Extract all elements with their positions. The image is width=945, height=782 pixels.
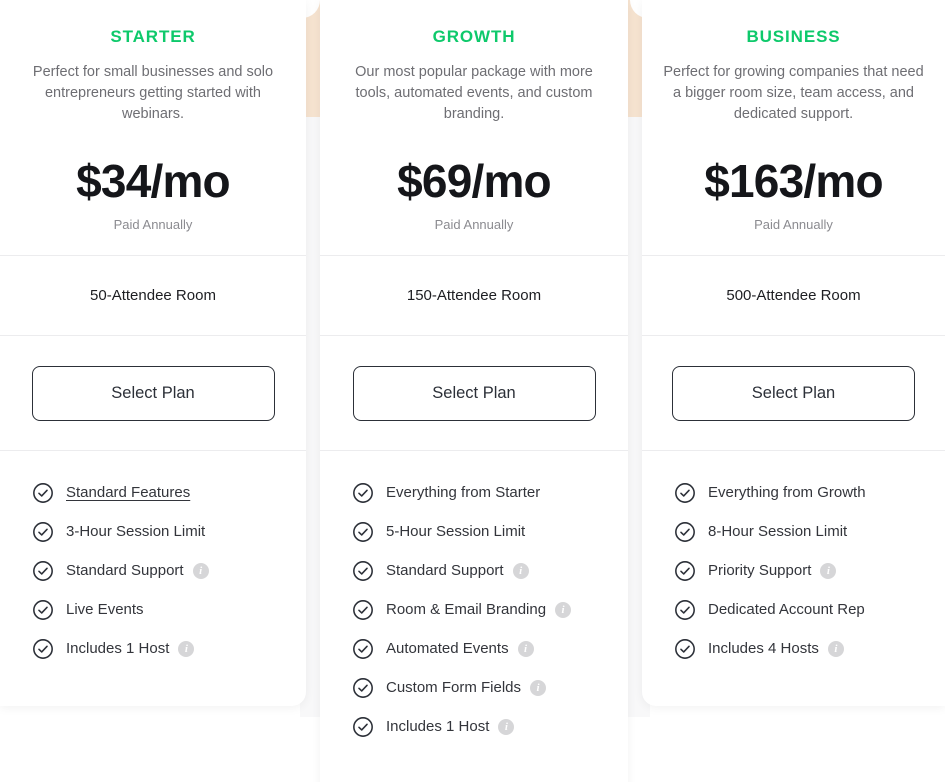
plan-price: $34/mo: [76, 155, 231, 207]
pricing-plans-page: STARTER Perfect for small businesses and …: [0, 0, 945, 782]
check-circle-icon: [674, 638, 696, 660]
feature-label: Everything from Growth: [708, 483, 866, 501]
feature-label: Custom Form Fields: [386, 678, 522, 696]
attendee-room-row: 500-Attendee Room: [642, 256, 945, 335]
check-circle-icon: [674, 560, 696, 582]
header-spacer: [320, 233, 628, 255]
feature-list-item: Room & Email Branding i: [352, 590, 628, 629]
feature-list-item: 8-Hour Session Limit: [674, 512, 945, 551]
pricing-card-growth: GROWTH Our most popular package with more…: [320, 0, 628, 782]
feature-label: Includes 1 Host: [386, 717, 490, 735]
plan-billing-period: Paid Annually: [754, 217, 833, 232]
card-header: STARTER Perfect for small businesses and …: [0, 0, 306, 233]
feature-list-item: Everything from Starter: [352, 473, 628, 512]
feature-label: Standard Support: [66, 561, 184, 579]
attendee-room-label: 150-Attendee Room: [406, 287, 542, 304]
info-icon[interactable]: i: [827, 640, 844, 657]
feature-list: Everything from Starter 5-Hour Session Li…: [320, 451, 628, 770]
feature-list-item: Standard Support i: [352, 551, 628, 590]
check-circle-icon: [352, 482, 374, 504]
check-circle-icon: [32, 560, 54, 582]
feature-label: Includes 4 Hosts: [708, 639, 819, 657]
feature-label: Everything from Starter: [386, 483, 541, 501]
check-circle-icon: [674, 521, 696, 543]
feature-list: Standard Features 3-Hour Session Limit Sta…: [0, 451, 306, 692]
attendee-room-row: 50-Attendee Room: [0, 256, 306, 335]
feature-list: Everything from Growth 8-Hour Session Lim…: [642, 451, 945, 692]
check-circle-icon: [32, 599, 54, 621]
feature-list-item: Includes 1 Host i: [32, 629, 306, 668]
feature-label: 3-Hour Session Limit: [66, 522, 206, 540]
info-icon[interactable]: i: [555, 601, 572, 618]
info-icon[interactable]: i: [178, 640, 195, 657]
feature-label: Includes 1 Host: [66, 639, 170, 657]
pricing-card-business: BUSINESS Perfect for growing companies th…: [642, 0, 945, 706]
check-circle-icon: [32, 638, 54, 660]
feature-list-item: Automated Events i: [352, 629, 628, 668]
plan-price: $69/mo: [397, 155, 552, 207]
check-circle-icon: [352, 521, 374, 543]
plan-name: BUSINESS: [746, 27, 841, 46]
info-icon[interactable]: i: [498, 718, 515, 735]
feature-list-item: Custom Form Fields i: [352, 668, 628, 707]
feature-list-item: Standard Support i: [32, 551, 306, 590]
feature-label: 5-Hour Session Limit: [386, 522, 526, 540]
check-circle-icon: [32, 482, 54, 504]
feature-label: Live Events: [66, 600, 144, 618]
feature-list-item: Priority Support i: [674, 551, 945, 590]
feature-list-item: Live Events: [32, 590, 306, 629]
select-plan-button-business[interactable]: Select Plan: [672, 365, 915, 421]
pricing-card-grid: STARTER Perfect for small businesses and …: [0, 0, 945, 782]
cta-row: Select Plan: [0, 336, 306, 450]
info-icon[interactable]: i: [820, 562, 837, 579]
feature-label: Dedicated Account Rep: [708, 600, 865, 618]
info-icon[interactable]: i: [512, 562, 529, 579]
feature-label: Priority Support: [708, 561, 812, 579]
select-plan-button-growth[interactable]: Select Plan: [352, 365, 596, 421]
attendee-room-label: 50-Attendee Room: [90, 287, 216, 304]
plan-billing-period: Paid Annually: [113, 217, 193, 232]
plan-description: Our most popular package with more tools…: [355, 64, 593, 122]
plan-name: STARTER: [110, 27, 196, 46]
feature-list-item: Everything from Growth: [674, 473, 945, 512]
info-icon[interactable]: i: [192, 562, 209, 579]
plan-description: Perfect for growing companies that need …: [663, 64, 924, 122]
feature-label: Room & Email Branding: [386, 600, 547, 618]
cta-row: Select Plan: [320, 336, 628, 450]
select-plan-button-starter[interactable]: Select Plan: [31, 365, 275, 421]
feature-list-item: 5-Hour Session Limit: [352, 512, 628, 551]
card-header: BUSINESS Perfect for growing companies th…: [642, 0, 945, 233]
plan-name: GROWTH: [432, 27, 516, 46]
attendee-room-row: 150-Attendee Room: [320, 256, 628, 335]
feature-label: Standard Support: [386, 561, 504, 579]
card-header: GROWTH Our most popular package with more…: [320, 0, 628, 233]
feature-label: 8-Hour Session Limit: [708, 522, 848, 540]
pricing-card-starter: STARTER Perfect for small businesses and …: [0, 0, 306, 706]
attendee-room-label: 500-Attendee Room: [726, 287, 861, 304]
header-spacer: [642, 233, 945, 255]
feature-list-item: Includes 1 Host i: [352, 707, 628, 746]
info-icon[interactable]: i: [530, 679, 547, 696]
feature-list-item: Standard Features: [32, 473, 306, 512]
plan-price: $163/mo: [704, 155, 883, 207]
check-circle-icon: [674, 482, 696, 504]
feature-label[interactable]: Standard Features: [66, 483, 190, 503]
check-circle-icon: [352, 599, 374, 621]
info-icon[interactable]: i: [517, 640, 534, 657]
check-circle-icon: [32, 521, 54, 543]
cta-row: Select Plan: [642, 336, 945, 450]
check-circle-icon: [352, 716, 374, 738]
plan-billing-period: Paid Annually: [434, 217, 514, 232]
check-circle-icon: [352, 638, 374, 660]
feature-list-item: Dedicated Account Rep: [674, 590, 945, 629]
feature-label: Automated Events: [386, 639, 509, 657]
check-circle-icon: [352, 560, 374, 582]
header-spacer: [0, 233, 306, 255]
check-circle-icon: [674, 599, 696, 621]
feature-list-item: 3-Hour Session Limit: [32, 512, 306, 551]
plan-description: Perfect for small businesses and solo en…: [32, 64, 274, 122]
check-circle-icon: [352, 677, 374, 699]
feature-list-item: Includes 4 Hosts i: [674, 629, 945, 668]
